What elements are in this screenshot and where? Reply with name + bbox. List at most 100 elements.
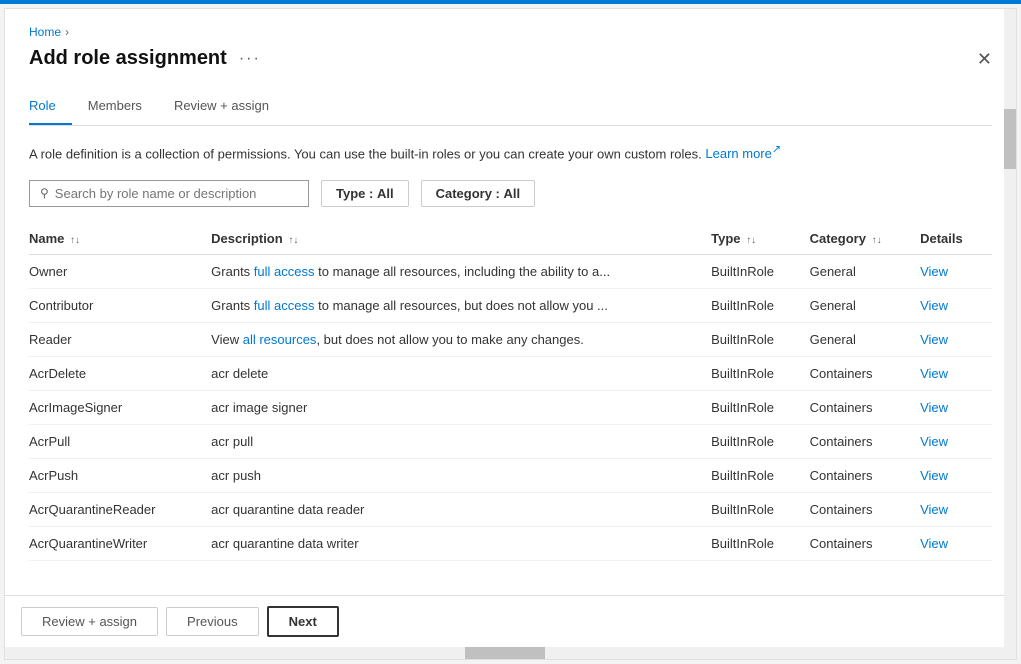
table-row[interactable]: ContributorGrants full access to manage …: [29, 288, 992, 322]
cell-name: AcrPull: [29, 424, 211, 458]
cell-description: acr quarantine data writer: [211, 526, 711, 560]
tab-members[interactable]: Members: [88, 90, 158, 125]
cell-type: BuiltInRole: [711, 356, 810, 390]
cell-type: BuiltInRole: [711, 424, 810, 458]
cell-name: AcrQuarantineReader: [29, 492, 211, 526]
cell-name: Contributor: [29, 288, 211, 322]
cell-details[interactable]: View: [920, 288, 992, 322]
breadcrumb-home[interactable]: Home: [29, 25, 61, 39]
cell-type: BuiltInRole: [711, 254, 810, 288]
table-body: OwnerGrants full access to manage all re…: [29, 254, 992, 560]
cell-type: BuiltInRole: [711, 492, 810, 526]
sort-icon-description: ↑↓: [288, 235, 298, 246]
review-assign-button[interactable]: Review + assign: [21, 607, 158, 636]
col-header-description[interactable]: Description ↑↓: [211, 223, 711, 255]
cell-category: General: [810, 322, 920, 356]
cell-type: BuiltInRole: [711, 458, 810, 492]
cell-type: BuiltInRole: [711, 390, 810, 424]
sort-icon-type: ↑↓: [746, 235, 756, 246]
title-row: Add role assignment ··· ✕: [29, 47, 992, 70]
view-link[interactable]: View: [920, 536, 948, 551]
tabs-row: Role Members Review + assign: [29, 90, 992, 126]
bottom-scrollbar[interactable]: [5, 647, 1016, 659]
sort-icon-category: ↑↓: [872, 235, 882, 246]
filters-row: ⚲ Type : All Category : All: [29, 180, 992, 207]
bottom-scrollbar-thumb[interactable]: [465, 647, 545, 659]
table-row[interactable]: AcrImageSigneracr image signerBuiltInRol…: [29, 390, 992, 424]
view-link[interactable]: View: [920, 332, 948, 347]
cell-category: Containers: [810, 356, 920, 390]
cell-details[interactable]: View: [920, 322, 992, 356]
view-link[interactable]: View: [920, 468, 948, 483]
cell-name: AcrQuarantineWriter: [29, 526, 211, 560]
table-row[interactable]: AcrDeleteacr deleteBuiltInRoleContainers…: [29, 356, 992, 390]
panel-title: Add role assignment: [29, 47, 227, 70]
table-row[interactable]: AcrPushacr pushBuiltInRoleContainersView: [29, 458, 992, 492]
table-header-row: Name ↑↓ Description ↑↓ Type ↑↓ Categor: [29, 223, 992, 255]
panel-body: A role definition is a collection of per…: [5, 126, 1016, 595]
main-panel: Home › Add role assignment ··· ✕ Role Me…: [4, 8, 1017, 660]
cell-type: BuiltInRole: [711, 322, 810, 356]
cell-details[interactable]: View: [920, 390, 992, 424]
next-button[interactable]: Next: [267, 606, 339, 637]
cell-description: acr push: [211, 458, 711, 492]
breadcrumb[interactable]: Home ›: [29, 25, 992, 39]
view-link[interactable]: View: [920, 502, 948, 517]
cell-details[interactable]: View: [920, 424, 992, 458]
search-input[interactable]: [55, 186, 298, 201]
search-icon: ⚲: [40, 186, 49, 200]
cell-details[interactable]: View: [920, 458, 992, 492]
cell-category: Containers: [810, 492, 920, 526]
breadcrumb-separator: ›: [65, 25, 69, 39]
bottom-bar: Review + assign Previous Next: [5, 595, 1016, 647]
view-link[interactable]: View: [920, 366, 948, 381]
cell-category: Containers: [810, 424, 920, 458]
table-row[interactable]: AcrQuarantineWriteracr quarantine data w…: [29, 526, 992, 560]
cell-name: AcrImageSigner: [29, 390, 211, 424]
search-box[interactable]: ⚲: [29, 180, 309, 207]
cell-description: View all resources, but does not allow y…: [211, 322, 711, 356]
table-row[interactable]: AcrPullacr pullBuiltInRoleContainersView: [29, 424, 992, 458]
col-header-type[interactable]: Type ↑↓: [711, 223, 810, 255]
scrollbar-thumb[interactable]: [1004, 109, 1016, 169]
col-header-name[interactable]: Name ↑↓: [29, 223, 211, 255]
cell-description: Grants full access to manage all resourc…: [211, 254, 711, 288]
category-filter-button[interactable]: Category : All: [421, 180, 536, 207]
cell-category: Containers: [810, 390, 920, 424]
tab-role[interactable]: Role: [29, 90, 72, 125]
view-link[interactable]: View: [920, 298, 948, 313]
table-container: Name ↑↓ Description ↑↓ Type ↑↓ Categor: [29, 223, 992, 579]
col-header-category[interactable]: Category ↑↓: [810, 223, 920, 255]
cell-details[interactable]: View: [920, 254, 992, 288]
title-with-menu: Add role assignment ···: [29, 47, 261, 70]
cell-description: acr quarantine data reader: [211, 492, 711, 526]
cell-category: General: [810, 254, 920, 288]
table-row[interactable]: ReaderView all resources, but does not a…: [29, 322, 992, 356]
title-menu-dots[interactable]: ···: [239, 50, 261, 68]
cell-description: acr image signer: [211, 390, 711, 424]
view-link[interactable]: View: [920, 264, 948, 279]
close-button[interactable]: ✕: [977, 50, 992, 68]
table-row[interactable]: OwnerGrants full access to manage all re…: [29, 254, 992, 288]
top-bar: [0, 0, 1021, 4]
table-row[interactable]: AcrQuarantineReaderacr quarantine data r…: [29, 492, 992, 526]
scrollbar-track[interactable]: [1004, 9, 1016, 659]
cell-description: acr delete: [211, 356, 711, 390]
view-link[interactable]: View: [920, 434, 948, 449]
roles-table: Name ↑↓ Description ↑↓ Type ↑↓ Categor: [29, 223, 992, 561]
tab-review-assign[interactable]: Review + assign: [174, 90, 285, 125]
learn-more-link[interactable]: Learn more↗: [705, 146, 781, 161]
panel-header: Home › Add role assignment ··· ✕ Role Me…: [5, 9, 1016, 126]
cell-details[interactable]: View: [920, 492, 992, 526]
cell-type: BuiltInRole: [711, 526, 810, 560]
cell-details[interactable]: View: [920, 526, 992, 560]
cell-category: Containers: [810, 526, 920, 560]
cell-type: BuiltInRole: [711, 288, 810, 322]
cell-name: Owner: [29, 254, 211, 288]
type-filter-button[interactable]: Type : All: [321, 180, 409, 207]
previous-button[interactable]: Previous: [166, 607, 259, 636]
cell-details[interactable]: View: [920, 356, 992, 390]
description-text: A role definition is a collection of per…: [29, 142, 992, 164]
cell-name: AcrPush: [29, 458, 211, 492]
view-link[interactable]: View: [920, 400, 948, 415]
